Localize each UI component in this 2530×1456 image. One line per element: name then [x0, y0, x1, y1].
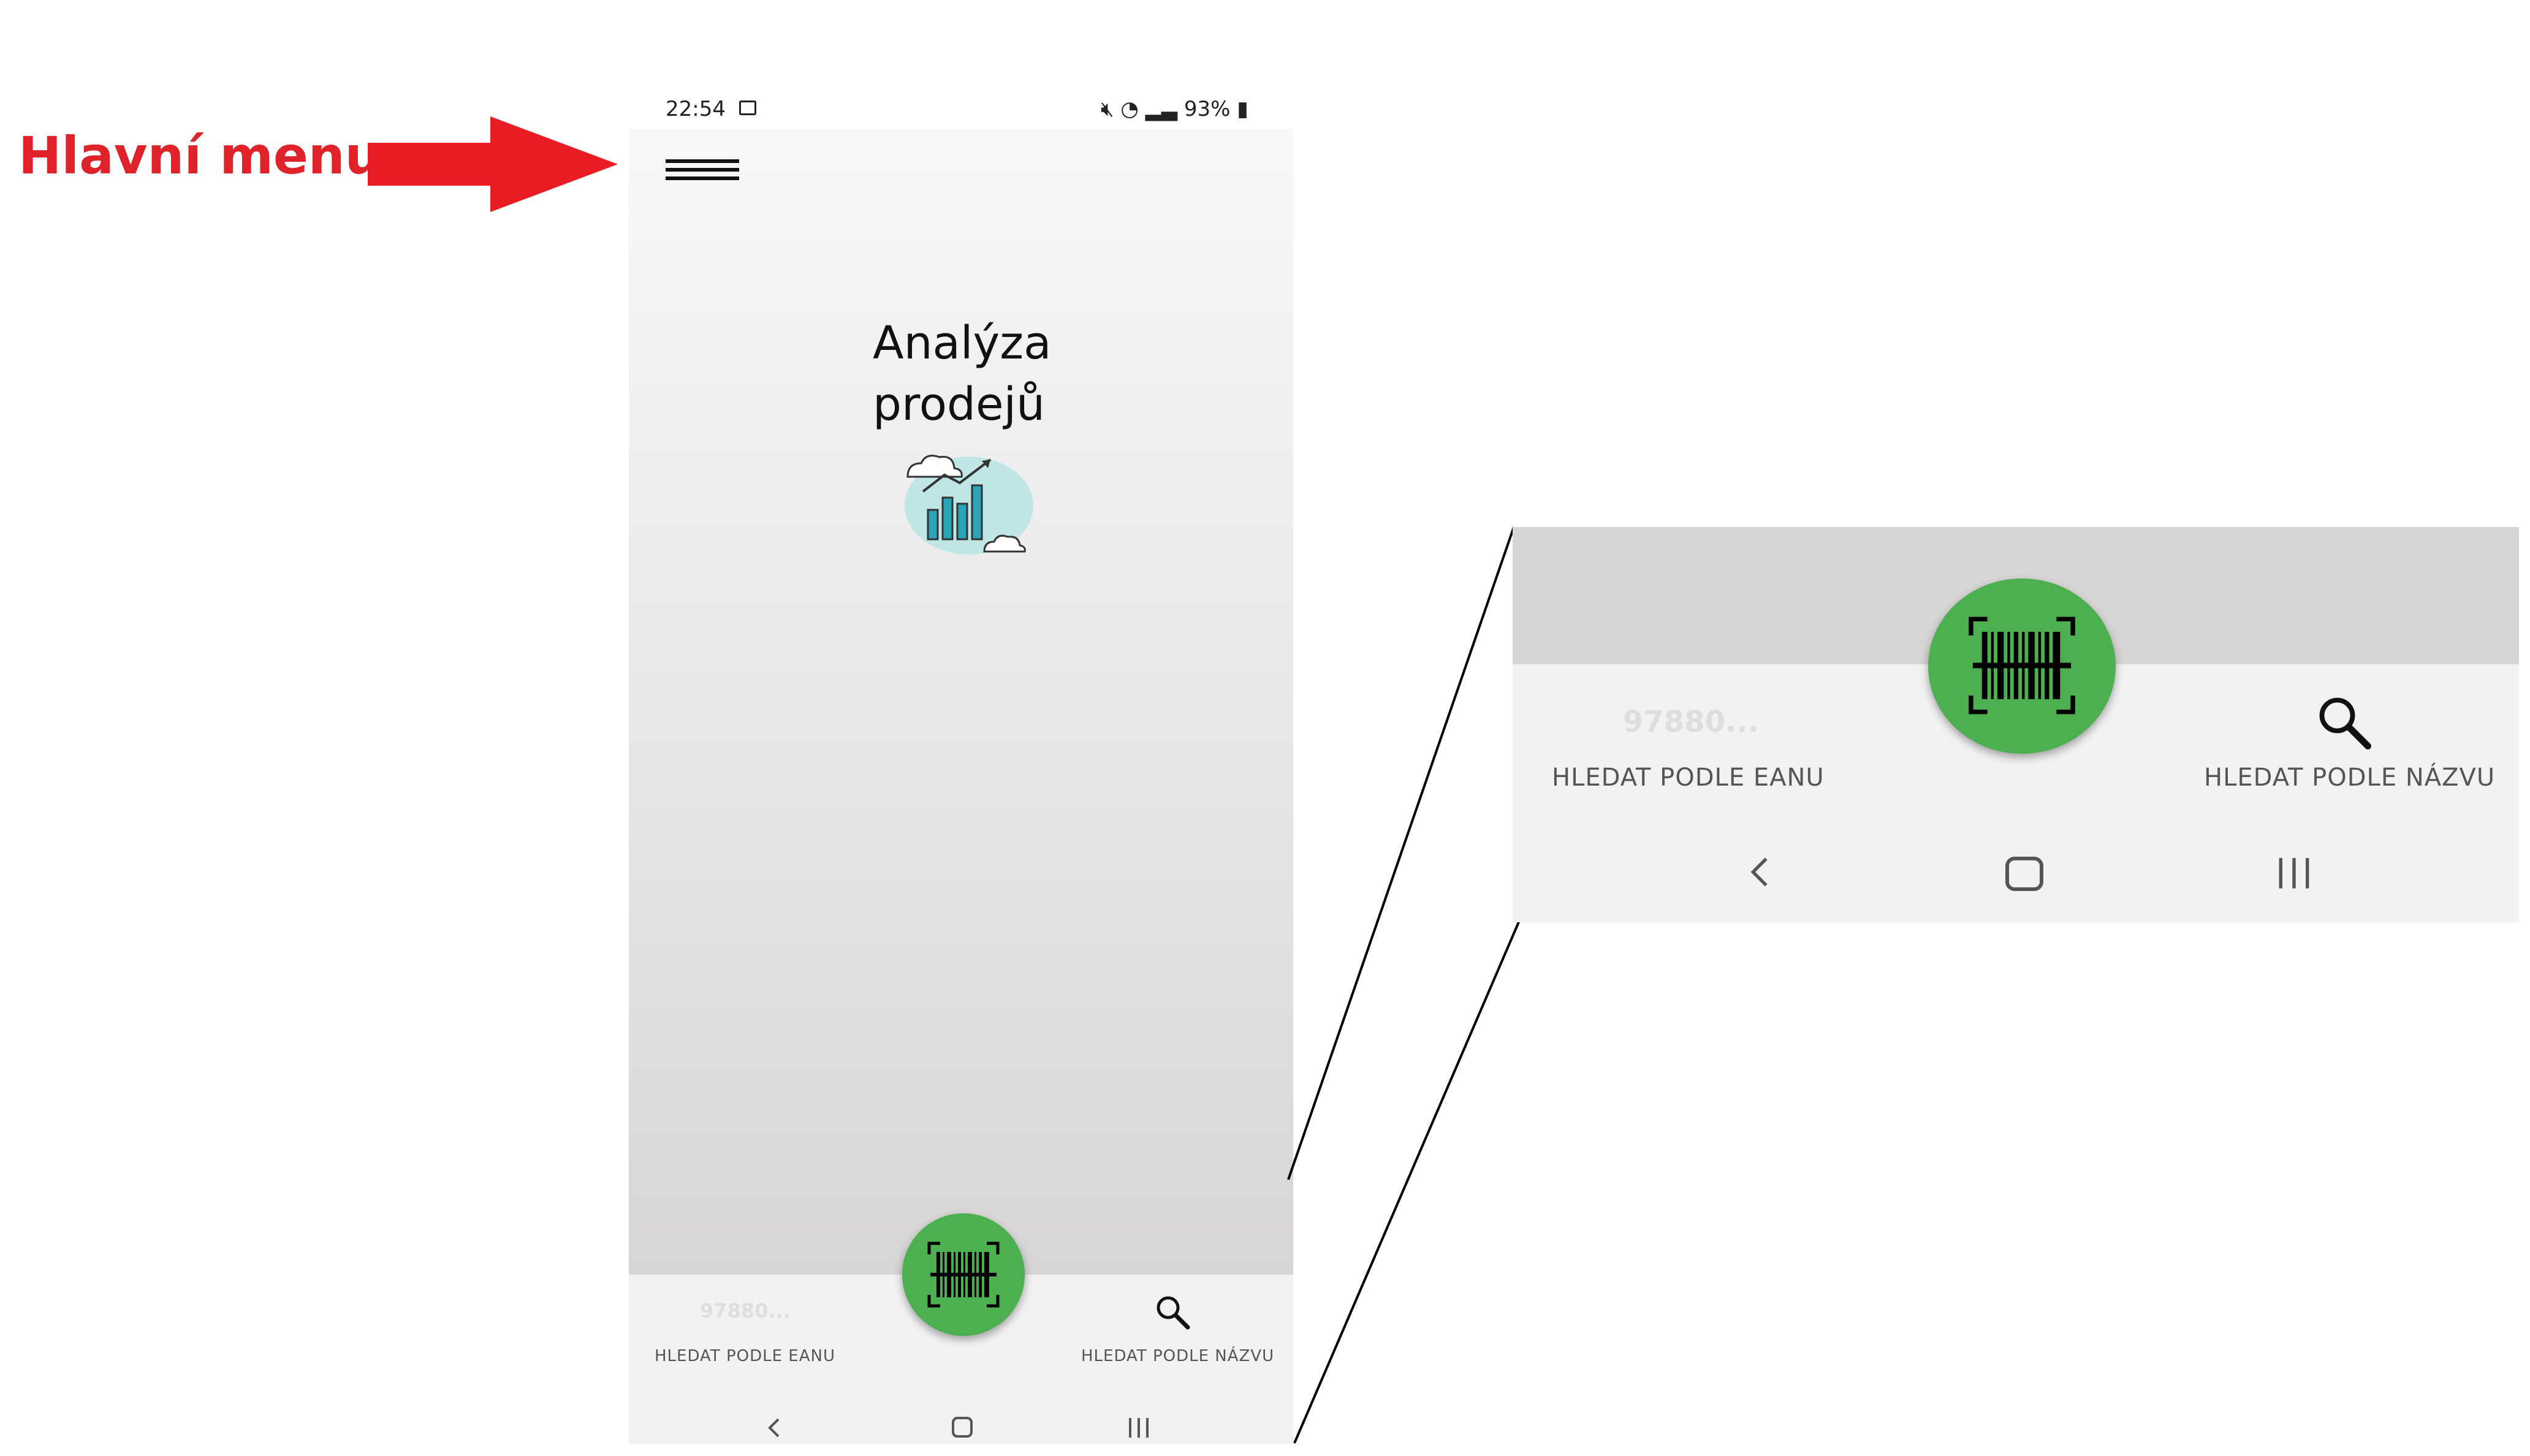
- zoomed-bottom-bar: 97880... HLEDAT PODLE EANU HLEDAT PODLE …: [1513, 527, 2519, 922]
- sales-chart-illustration: [905, 455, 1033, 555]
- scan-barcode-button[interactable]: [902, 1213, 1025, 1336]
- phone-screen: 22:54 🔇︎ ◔ ▂▃ 93% ▮ Analýza prodejů 9788…: [629, 92, 1293, 1444]
- zoom-connector-lines: [1287, 526, 1521, 1444]
- barcode-scan-icon: [927, 1242, 1000, 1308]
- home-icon[interactable]: [952, 1417, 973, 1438]
- status-icons: 🔇︎ ◔ ▂▃ 93% ▮: [1101, 97, 1248, 121]
- battery-percent: 93%: [1183, 97, 1231, 121]
- zoom-scan-barcode-button[interactable]: [1928, 578, 2116, 754]
- title-line-1: Analýza: [873, 317, 1052, 370]
- zoom-search-ean-button[interactable]: HLEDAT PODLE EANU: [1552, 764, 1825, 792]
- zoom-recents-icon[interactable]: [2275, 855, 2313, 891]
- zoom-ean-placeholder: 97880...: [1623, 705, 1759, 739]
- search-ean-button[interactable]: HLEDAT PODLE EANU: [655, 1347, 835, 1365]
- search-name-button[interactable]: HLEDAT PODLE NÁZVU: [1081, 1347, 1274, 1365]
- zoom-search-name-button[interactable]: HLEDAT PODLE NÁZVU: [2204, 764, 2495, 792]
- status-bar: 22:54 🔇︎ ◔ ▂▃ 93% ▮: [629, 92, 1293, 129]
- zoom-search-icon[interactable]: [2314, 692, 2376, 754]
- title-line-2: prodejů: [873, 378, 1046, 431]
- recents-icon[interactable]: [1126, 1417, 1151, 1439]
- battery-icon: ▮: [1237, 97, 1248, 121]
- zoom-home-icon[interactable]: [2005, 857, 2043, 891]
- mute-icon: 🔇︎: [1101, 97, 1114, 121]
- app-content: Analýza prodejů: [629, 129, 1293, 1275]
- hamburger-icon[interactable]: [666, 159, 739, 184]
- search-icon[interactable]: [1153, 1293, 1193, 1332]
- wifi-icon: ◔: [1120, 97, 1139, 121]
- back-icon[interactable]: [765, 1416, 783, 1440]
- image-icon: [739, 100, 756, 115]
- annotation-label: Hlavní menu: [18, 126, 382, 186]
- signal-icon: ▂▃: [1145, 97, 1178, 121]
- zoom-back-icon[interactable]: [1746, 853, 1774, 891]
- status-time: 22:54: [666, 97, 726, 121]
- ean-placeholder: 97880...: [700, 1299, 791, 1322]
- arrow-right-icon: [368, 116, 618, 212]
- page-title: Analýza prodejů: [873, 313, 1051, 435]
- zoom-barcode-scan-icon: [1969, 616, 2075, 715]
